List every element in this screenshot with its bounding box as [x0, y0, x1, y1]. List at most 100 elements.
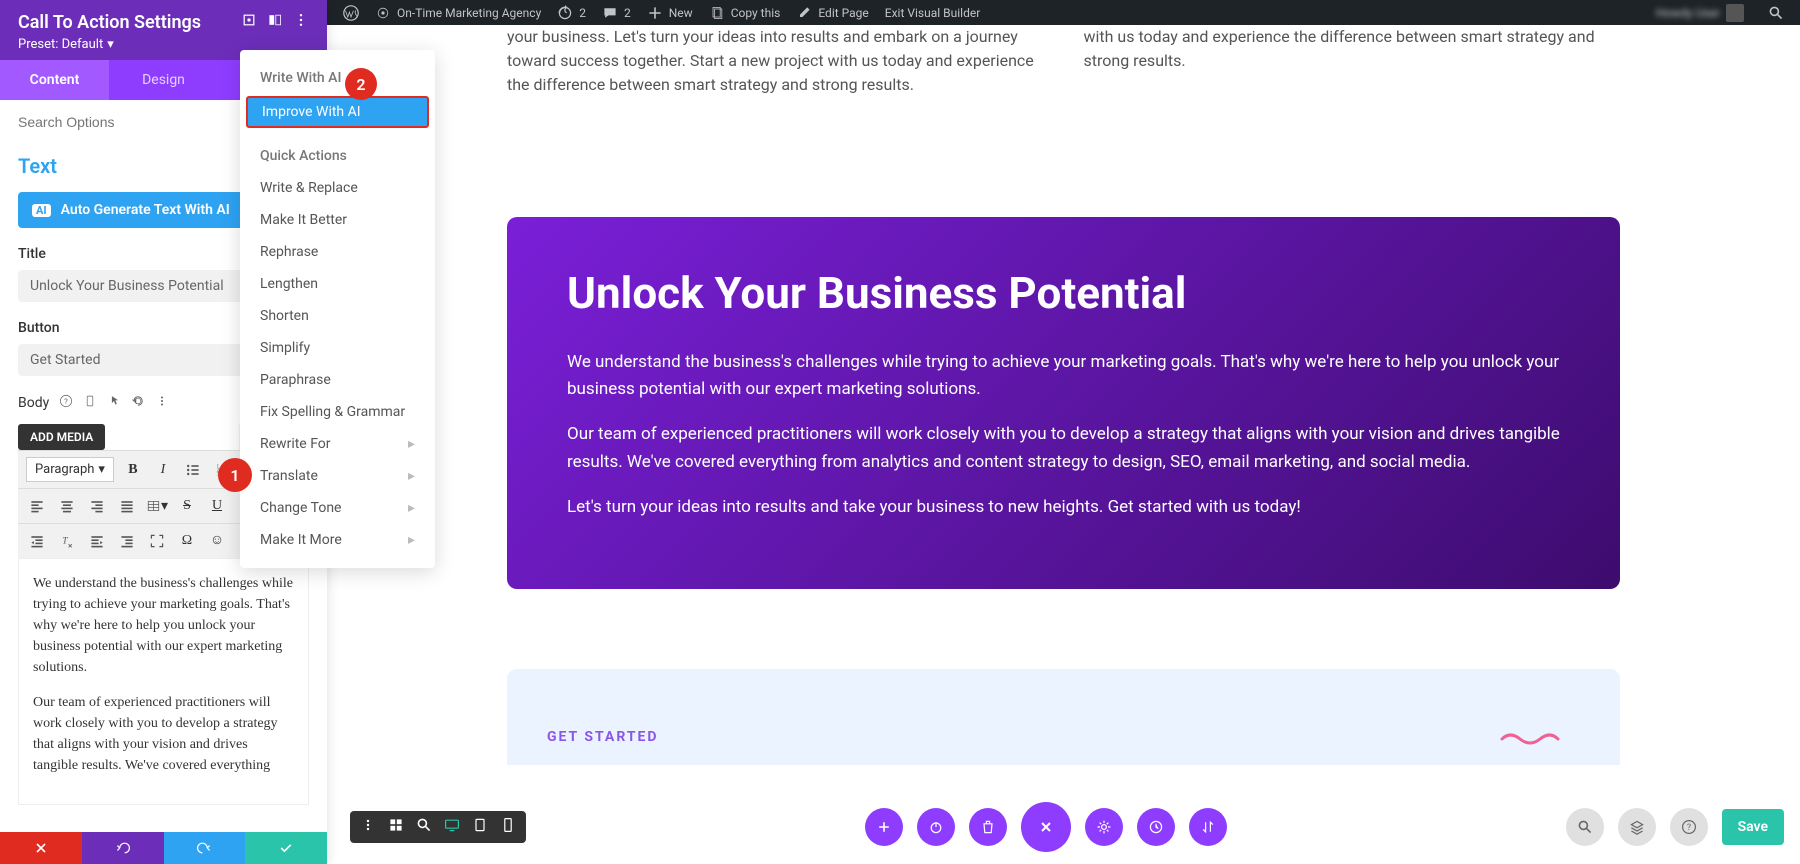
wp-logo[interactable] [335, 5, 367, 21]
table-button[interactable]: ▾ [146, 495, 168, 517]
ai-quick-header: Quick Actions [240, 140, 435, 172]
trash-button[interactable] [969, 808, 1007, 846]
ai-fix-spelling[interactable]: Fix Spelling & Grammar [240, 396, 435, 428]
squiggle-decoration [1500, 729, 1560, 749]
chevron-right-icon: ▸ [408, 436, 415, 452]
annotation-badge-1: 1 [218, 458, 252, 492]
svg-text:?: ? [1687, 823, 1691, 833]
snap-icon[interactable] [267, 12, 283, 33]
strike-button[interactable]: S [176, 495, 198, 517]
cta-paragraph: Our team of experienced practitioners wi… [567, 421, 1560, 475]
gear-button[interactable] [1085, 808, 1123, 846]
layers-button[interactable] [1618, 808, 1656, 846]
top-text-col-right: with us today and experience the differe… [1084, 25, 1621, 97]
paragraph-select[interactable]: Paragraph ▾ [26, 457, 114, 482]
add-button[interactable] [865, 808, 903, 846]
align-center-button[interactable] [56, 495, 78, 517]
module-title: Call To Action Settings [18, 12, 201, 33]
indent-right-button[interactable] [86, 530, 108, 552]
help-button[interactable]: ? [1670, 808, 1708, 846]
exit-visual-builder[interactable]: Exit Visual Builder [877, 6, 989, 20]
ai-badge-icon: AI [32, 204, 51, 217]
ai-simplify[interactable]: Simplify [240, 332, 435, 364]
ai-make-more[interactable]: Make It More▸ [240, 524, 435, 556]
search-gray-button[interactable] [1566, 808, 1604, 846]
site-name[interactable]: On-Time Marketing Agency [367, 5, 549, 21]
more-vert-icon[interactable] [360, 817, 376, 837]
add-media-button[interactable]: ADD MEDIA [18, 424, 105, 450]
power-button[interactable] [917, 808, 955, 846]
ul-button[interactable] [182, 459, 204, 481]
ai-lengthen[interactable]: Lengthen [240, 268, 435, 300]
tab-design[interactable]: Design [109, 60, 218, 100]
chevron-right-icon: ▸ [408, 500, 415, 516]
more-icon[interactable] [293, 12, 309, 33]
view-mode-group [350, 811, 526, 843]
chevron-right-icon: ▸ [408, 468, 415, 484]
ai-rephrase[interactable]: Rephrase [240, 236, 435, 268]
tablet-view-icon[interactable] [472, 817, 488, 837]
avatar-icon [1726, 4, 1744, 22]
cta-title: Unlock Your Business Potential [567, 267, 1560, 319]
desktop-view-icon[interactable] [444, 817, 460, 837]
get-started-section: GET STARTED [507, 669, 1620, 765]
ai-paraphrase[interactable]: Paraphrase [240, 364, 435, 396]
ai-make-better[interactable]: Make It Better [240, 204, 435, 236]
fullscreen-button[interactable] [146, 530, 168, 552]
ai-translate[interactable]: Translate▸ [240, 460, 435, 492]
user-greeting[interactable]: Howdy User [1648, 4, 1752, 22]
align-left-button[interactable] [26, 495, 48, 517]
align-justify-button[interactable] [116, 495, 138, 517]
search-icon[interactable] [1760, 5, 1792, 21]
emoji-button[interactable]: ☺ [206, 530, 228, 552]
page-canvas: your business. Let's turn your ideas int… [327, 25, 1800, 864]
outdent-button[interactable] [116, 530, 138, 552]
more-vert-icon[interactable] [155, 394, 169, 412]
tablet-icon[interactable] [83, 394, 97, 412]
help-icon[interactable]: ? [59, 394, 73, 412]
ai-improve-item[interactable]: Improve With AI [246, 96, 429, 128]
edit-page[interactable]: Edit Page [788, 5, 876, 21]
save-button[interactable]: Save [1722, 809, 1784, 845]
tab-content[interactable]: Content [0, 60, 109, 100]
clear-format-button[interactable]: T [56, 530, 78, 552]
discard-button[interactable] [0, 832, 82, 864]
history-button[interactable] [1137, 808, 1175, 846]
phone-view-icon[interactable] [500, 817, 516, 837]
align-right-button[interactable] [86, 495, 108, 517]
top-text-col-left: your business. Let's turn your ideas int… [507, 25, 1044, 97]
updates[interactable]: 2 [549, 5, 594, 21]
new-content[interactable]: New [639, 5, 701, 21]
italic-button[interactable]: I [152, 459, 174, 481]
body-editor[interactable]: We understand the business's challenges … [18, 558, 309, 805]
zoom-icon[interactable] [416, 817, 432, 837]
save-check-button[interactable] [245, 832, 327, 864]
hover-icon[interactable] [107, 394, 121, 412]
ai-change-tone[interactable]: Change Tone▸ [240, 492, 435, 524]
ai-dropdown-menu: Write With AI Improve With AI Quick Acti… [240, 50, 435, 568]
builder-action-bar: ? Save [350, 802, 1784, 852]
indent-left-button[interactable] [26, 530, 48, 552]
wireframe-view-icon[interactable] [388, 817, 404, 837]
cta-module[interactable]: Unlock Your Business Potential We unders… [507, 217, 1620, 589]
undo-icon[interactable] [131, 394, 145, 412]
omega-button[interactable]: Ω [176, 530, 198, 552]
cta-paragraph: We understand the business's challenges … [567, 349, 1560, 403]
annotation-badge-2: 2 [345, 68, 377, 100]
ai-rewrite-for[interactable]: Rewrite For▸ [240, 428, 435, 460]
svg-text:T: T [62, 535, 68, 546]
sort-button[interactable] [1189, 808, 1227, 846]
wp-admin-bar: On-Time Marketing Agency 2 2 New Copy th… [327, 0, 1800, 25]
undo-button[interactable] [82, 832, 164, 864]
portability-icon[interactable] [241, 12, 257, 33]
underline-button[interactable]: U [206, 495, 228, 517]
ai-shorten[interactable]: Shorten [240, 300, 435, 332]
copy-this[interactable]: Copy this [701, 5, 789, 21]
ai-write-replace[interactable]: Write & Replace [240, 172, 435, 204]
comments[interactable]: 2 [594, 5, 639, 21]
redo-button[interactable] [164, 832, 246, 864]
bold-button[interactable]: B [122, 459, 144, 481]
get-started-label: GET STARTED [547, 729, 1580, 745]
ai-write-header: Write With AI [240, 62, 435, 94]
close-button[interactable] [1021, 802, 1071, 852]
